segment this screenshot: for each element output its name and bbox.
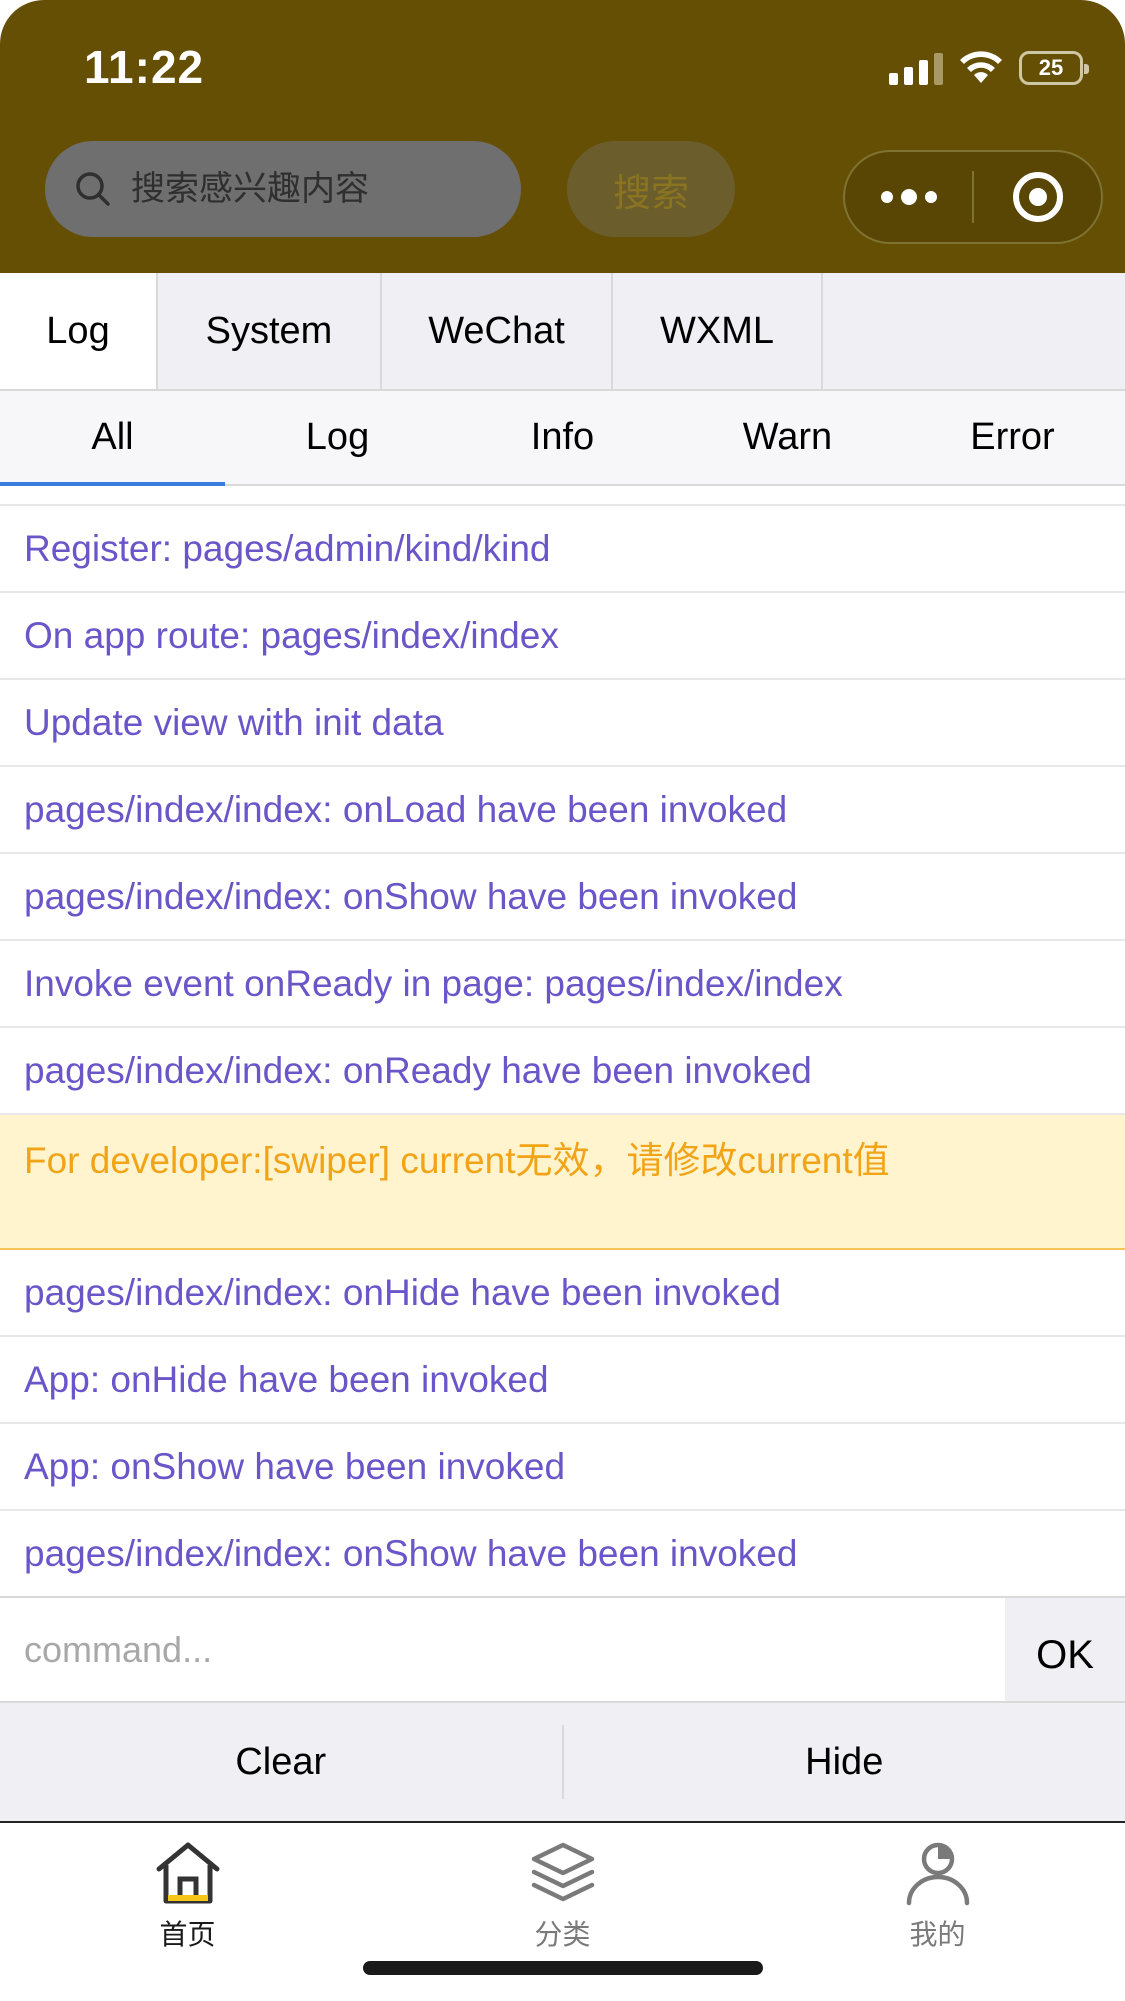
filter-info[interactable]: Info <box>450 391 675 484</box>
phone-screen: 11:22 25 搜索感兴趣内容 搜索 Log System WeChat WX… <box>0 0 1125 2001</box>
home-indicator <box>363 1961 763 1975</box>
filter-error[interactable]: Error <box>900 391 1125 484</box>
status-icons: 25 <box>889 46 1089 90</box>
tabbar-item-mine[interactable]: 我的 <box>750 1823 1125 2001</box>
log-entry: App: onHide have been invoked <box>0 1337 1125 1424</box>
tabbar-label-home: 首页 <box>159 1919 216 1950</box>
clear-button[interactable]: Clear <box>0 1703 562 1821</box>
filter-log[interactable]: Log <box>225 391 450 484</box>
command-input[interactable] <box>0 1598 1005 1701</box>
tab-wechat[interactable]: WeChat <box>382 273 613 389</box>
header: 11:22 25 搜索 <box>0 0 1125 273</box>
log-entry: App: onShow have been invoked <box>0 1424 1125 1511</box>
tab-wxml[interactable]: WXML <box>613 273 823 389</box>
console-tabs: Log System WeChat WXML <box>0 273 1125 391</box>
filter-warn[interactable]: Warn <box>675 391 900 484</box>
battery-icon: 25 <box>1019 51 1089 85</box>
miniprogram-capsule <box>843 150 1103 244</box>
status-time: 11:22 <box>84 41 205 93</box>
more-menu-icon[interactable] <box>845 189 972 205</box>
log-entry: pages/index/index: onReady have been inv… <box>0 1028 1125 1115</box>
home-icon <box>156 1842 219 1904</box>
wifi-icon <box>960 51 1002 83</box>
log-entry: pages/index/index: onHide have been invo… <box>0 1250 1125 1337</box>
search-box[interactable] <box>45 141 521 237</box>
log-entry: Update view with init data <box>0 680 1125 767</box>
log-entry: Register: pages/admin/kind/kind <box>0 506 1125 593</box>
layers-icon <box>531 1842 594 1902</box>
log-entry: Invoke event onReady in page: pages/inde… <box>0 941 1125 1028</box>
ok-button[interactable]: OK <box>1005 1598 1125 1701</box>
search-input[interactable] <box>131 169 491 209</box>
tab-log[interactable]: Log <box>0 273 158 389</box>
tabbar-label-mine: 我的 <box>909 1919 966 1950</box>
log-entry: On app route: pages/index/index <box>0 593 1125 680</box>
log-filter-tabs: All Log Info Warn Error <box>0 391 1125 486</box>
tabbar-label-category: 分类 <box>534 1919 591 1950</box>
close-miniprogram-icon[interactable] <box>974 172 1101 222</box>
search-button[interactable]: 搜索 <box>567 141 735 237</box>
console-actions: Clear Hide <box>0 1703 1125 1821</box>
log-entry: pages/index/index: onShow have been invo… <box>0 854 1125 941</box>
log-entry: pages/index/index: onLoad have been invo… <box>0 767 1125 854</box>
signal-icon <box>889 51 943 85</box>
hide-button[interactable]: Hide <box>564 1703 1125 1821</box>
command-bar: OK <box>0 1596 1125 1703</box>
search-icon <box>76 172 110 206</box>
user-icon <box>906 1842 969 1906</box>
filter-all[interactable]: All <box>0 391 225 486</box>
tabbar-item-home[interactable]: 首页 <box>0 1823 375 2001</box>
tab-system[interactable]: System <box>158 273 382 389</box>
log-entry-warning: For developer:[swiper] current无效，请修改curr… <box>0 1115 1125 1250</box>
log-entry: pages/index/index: onShow have been invo… <box>0 1511 1125 1598</box>
log-list: Register: pages/admin/kind/kind On app r… <box>0 504 1125 1598</box>
